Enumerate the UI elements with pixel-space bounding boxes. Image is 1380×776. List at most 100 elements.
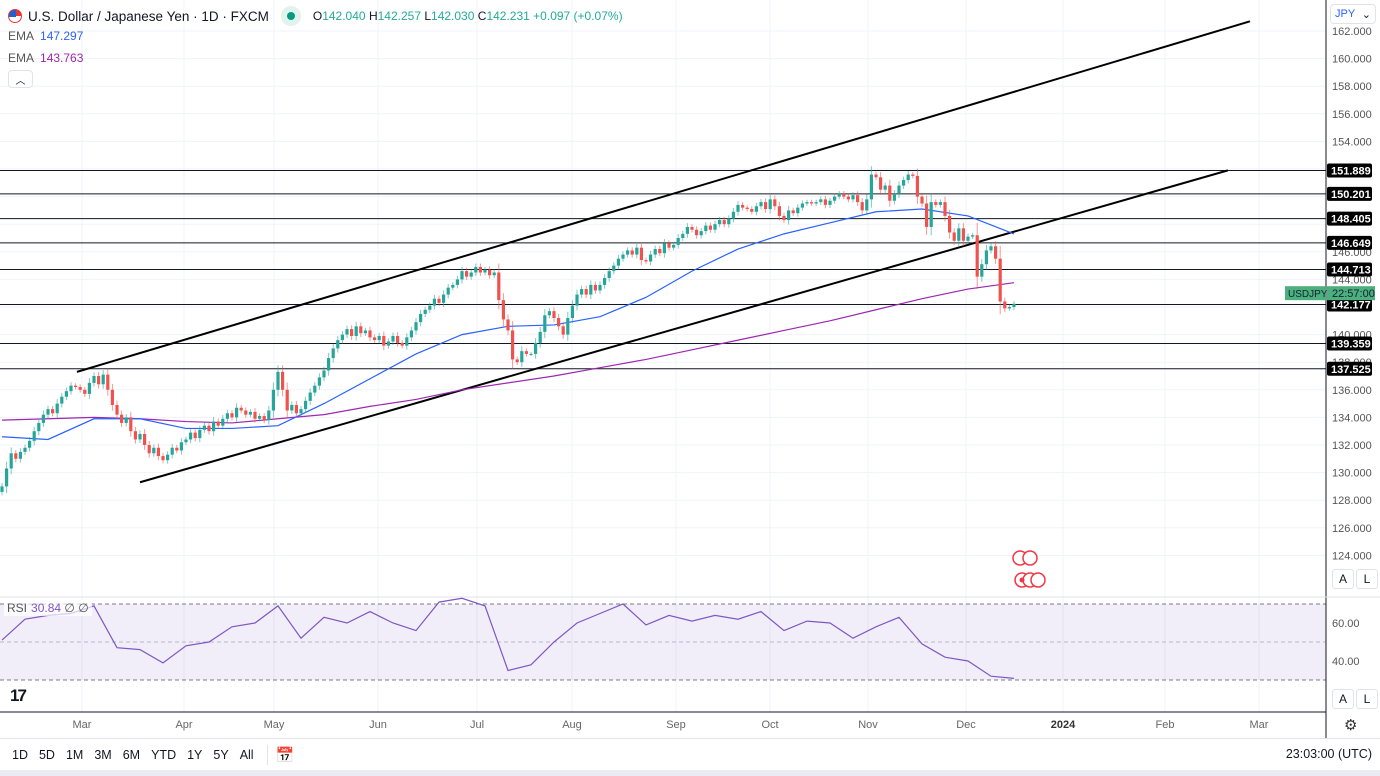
time-axis-tick: May bbox=[264, 719, 285, 731]
time-axis-tick: Sep bbox=[666, 719, 686, 731]
candle-body bbox=[980, 264, 984, 277]
candle-body bbox=[110, 389, 114, 405]
candle-body bbox=[598, 284, 602, 291]
candle-body bbox=[244, 410, 248, 415]
candle-body bbox=[589, 284, 593, 295]
rsi-auto-scale-button[interactable]: A bbox=[1332, 689, 1354, 709]
tradingview-logo[interactable]: 17 bbox=[10, 686, 27, 706]
candle-body bbox=[810, 202, 814, 204]
candle-body bbox=[708, 225, 712, 230]
candle-body bbox=[202, 425, 206, 430]
candle-body bbox=[276, 371, 280, 390]
price-axis-tick: 128.000 bbox=[1332, 495, 1372, 507]
candle-body bbox=[423, 309, 427, 314]
candle-body bbox=[235, 407, 239, 418]
candle-body bbox=[308, 392, 312, 401]
candle-body bbox=[943, 202, 947, 216]
candle-body bbox=[133, 431, 137, 440]
candle-body bbox=[428, 305, 432, 310]
bottom-strip bbox=[0, 770, 1380, 776]
level-label: 146.649 bbox=[1331, 238, 1371, 250]
timeframe-6m[interactable]: 6M bbox=[123, 748, 140, 762]
candle-body bbox=[511, 330, 515, 360]
candle-body bbox=[488, 269, 492, 276]
timeframe-3m[interactable]: 3M bbox=[94, 748, 111, 762]
rsi-log-scale-button[interactable]: L bbox=[1356, 689, 1378, 709]
candle-body bbox=[391, 335, 395, 342]
candle-body bbox=[46, 409, 50, 415]
candle-body bbox=[856, 195, 860, 203]
auto-scale-button[interactable]: A bbox=[1332, 569, 1354, 589]
candle-body bbox=[869, 174, 873, 200]
candle-body bbox=[529, 353, 533, 355]
timeframe-all[interactable]: All bbox=[240, 748, 254, 762]
candle-body bbox=[736, 204, 740, 212]
candle-body bbox=[368, 330, 372, 338]
candle-body bbox=[1012, 303, 1016, 307]
candle-body bbox=[649, 254, 653, 262]
rsi-legend[interactable]: RSI 30.84 ∅ ∅ bbox=[4, 600, 92, 616]
candle-body bbox=[60, 396, 64, 404]
log-scale-button[interactable]: L bbox=[1356, 569, 1378, 589]
candle-body bbox=[745, 207, 749, 210]
candle-body bbox=[846, 196, 850, 200]
candle-body bbox=[32, 431, 36, 441]
timeframe-1m[interactable]: 1M bbox=[66, 748, 83, 762]
symbol-title[interactable]: U.S. Dollar / Japanese Yen · 1D · FXCM bbox=[28, 9, 269, 24]
currency-select[interactable]: JPY ⌄ bbox=[1330, 4, 1376, 24]
candle-body bbox=[934, 202, 938, 205]
rsi-axis-tick: 60.00 bbox=[1332, 618, 1360, 630]
candle-body bbox=[534, 342, 538, 354]
bottom-toolbar: 1D 5D 1M 3M 6M YTD 1Y 5Y All 📅 bbox=[0, 738, 1380, 770]
timeframe-5y[interactable]: 5Y bbox=[213, 748, 228, 762]
candle-body bbox=[225, 413, 229, 419]
candle-body bbox=[221, 418, 225, 426]
candle-body bbox=[179, 442, 183, 451]
candle-body bbox=[281, 371, 285, 390]
economic-event-icon bbox=[1030, 572, 1046, 588]
timeframe-1d[interactable]: 1D bbox=[12, 748, 28, 762]
utc-clock[interactable]: 23:03:00 (UTC) bbox=[1286, 747, 1372, 761]
candle-body bbox=[442, 294, 446, 303]
timeframe-5d[interactable]: 5D bbox=[39, 748, 55, 762]
candle-body bbox=[515, 359, 519, 363]
candle-body bbox=[359, 326, 363, 334]
candle-body bbox=[313, 385, 317, 393]
timeframe-1y[interactable]: 1Y bbox=[187, 748, 202, 762]
candle-body bbox=[363, 330, 367, 334]
price-chart[interactable]: 162.000160.000158.000156.000154.000146.0… bbox=[0, 0, 1380, 738]
candle-body bbox=[446, 287, 450, 295]
calendar-goto-icon[interactable]: 📅 bbox=[276, 746, 295, 764]
candle-body bbox=[501, 300, 505, 320]
candle-body bbox=[695, 229, 699, 236]
candle-body bbox=[888, 185, 892, 201]
candle-body bbox=[584, 289, 588, 295]
candle-body bbox=[902, 180, 906, 186]
candle-body bbox=[184, 439, 188, 443]
toolbar-divider bbox=[266, 744, 268, 765]
candle-body bbox=[5, 468, 9, 487]
candle-body bbox=[345, 329, 349, 335]
level-label: 142.177 bbox=[1331, 300, 1371, 312]
candle-body bbox=[681, 233, 685, 238]
chevron-up-icon: ︿ bbox=[15, 75, 26, 87]
candle-body bbox=[833, 196, 837, 201]
ema-slow-legend[interactable]: EMA 143.763 bbox=[8, 51, 83, 65]
candle-body bbox=[915, 175, 919, 197]
ema-fast-legend[interactable]: EMA 147.297 bbox=[8, 29, 83, 43]
candle-body bbox=[603, 278, 607, 285]
candle-body bbox=[506, 319, 510, 331]
candle-body bbox=[966, 236, 970, 241]
market-status-icon[interactable] bbox=[280, 6, 301, 26]
candle-body bbox=[317, 377, 321, 386]
candle-body bbox=[354, 326, 358, 336]
candle-body bbox=[731, 211, 735, 219]
timeframe-ytd[interactable]: YTD bbox=[151, 748, 176, 762]
price-axis-tick: 126.000 bbox=[1332, 523, 1372, 535]
candle-body bbox=[718, 220, 722, 225]
candle-body bbox=[51, 409, 55, 414]
collapse-legend-button[interactable]: ︿ bbox=[8, 70, 33, 88]
candle-body bbox=[120, 414, 124, 423]
candle-body bbox=[865, 199, 869, 211]
chart-settings-gear-icon[interactable]: ⚙ bbox=[1344, 716, 1357, 734]
